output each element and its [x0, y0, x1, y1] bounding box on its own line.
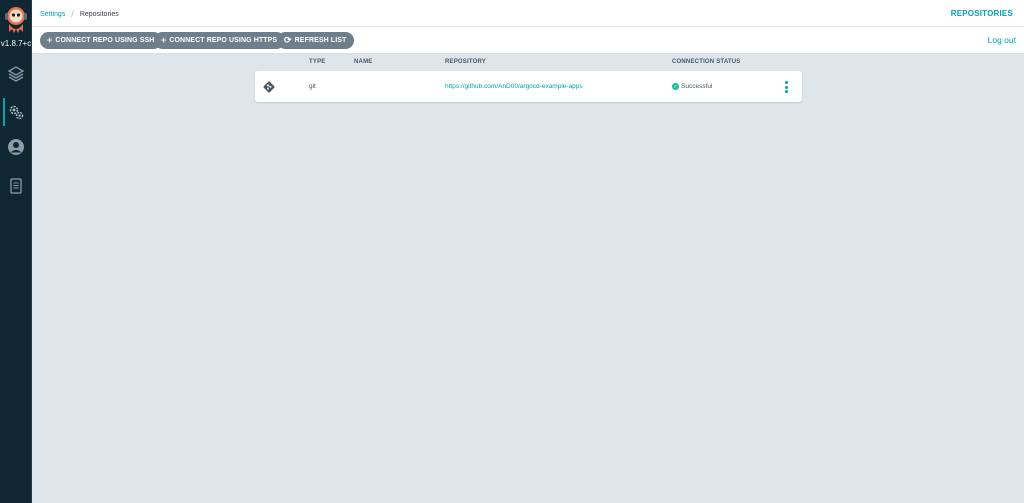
page-title: REPOSITORIES	[950, 9, 1013, 18]
table-header: TYPE NAME REPOSITORY CONNECTION STATUS	[255, 59, 803, 69]
top-bar: Settings / Repositories REPOSITORIES	[32, 0, 1024, 27]
connection-status: ✓ Successful	[672, 83, 712, 90]
refresh-list-label: REFRESH LIST	[294, 37, 347, 44]
connect-https-button[interactable]: + CONNECT REPO USING HTTPS	[154, 32, 286, 49]
column-header-repository: REPOSITORY	[445, 59, 487, 65]
toolbar: + CONNECT REPO USING SSH + CONNECT REPO …	[32, 27, 1024, 54]
layers-icon	[7, 66, 25, 82]
column-header-type: TYPE	[309, 59, 326, 65]
sidebar-item-documentation[interactable]	[0, 170, 32, 202]
dot-icon	[784, 85, 788, 89]
connect-ssh-button[interactable]: + CONNECT REPO USING SSH	[40, 32, 163, 49]
breadcrumb-separator: /	[71, 9, 74, 19]
dot-icon	[784, 90, 788, 93]
user-circle-icon	[8, 139, 24, 155]
refresh-icon: ⟳	[284, 35, 292, 45]
sidebar: v1.8.7+c	[0, 0, 32, 503]
column-header-name: NAME	[354, 59, 373, 65]
repo-type: git	[309, 83, 316, 90]
connection-status-label: Successful	[681, 83, 713, 90]
argo-logo-icon[interactable]	[2, 4, 30, 36]
connect-ssh-label: CONNECT REPO USING SSH	[55, 37, 155, 44]
git-icon	[263, 81, 275, 93]
sidebar-item-user-info[interactable]	[0, 131, 32, 163]
refresh-list-button[interactable]: ⟳ REFRESH LIST	[277, 32, 355, 49]
column-header-connection-status: CONNECTION STATUS	[672, 59, 741, 65]
logout-link[interactable]: Log out	[988, 35, 1016, 45]
dot-icon	[784, 81, 788, 84]
table-row[interactable]: git https://github.com/AnD00/argocd-exam…	[255, 71, 802, 102]
check-circle-icon: ✓	[672, 83, 679, 90]
repo-url-link[interactable]: https://github.com/AnD00/argocd-example-…	[445, 83, 583, 90]
gears-icon	[9, 105, 24, 120]
sidebar-item-applications[interactable]	[0, 58, 32, 90]
connect-https-label: CONNECT REPO USING HTTPS	[169, 37, 278, 44]
version-label: v1.8.7+c	[0, 39, 32, 48]
row-actions-menu-button[interactable]	[783, 80, 789, 94]
breadcrumb-current: Repositories	[79, 10, 119, 18]
plus-icon: +	[161, 35, 167, 45]
breadcrumb: Settings / Repositories	[40, 9, 119, 19]
breadcrumb-settings-link[interactable]: Settings	[40, 11, 65, 18]
sidebar-item-settings[interactable]	[0, 96, 32, 128]
book-icon	[10, 178, 22, 194]
plus-icon: +	[47, 35, 53, 45]
